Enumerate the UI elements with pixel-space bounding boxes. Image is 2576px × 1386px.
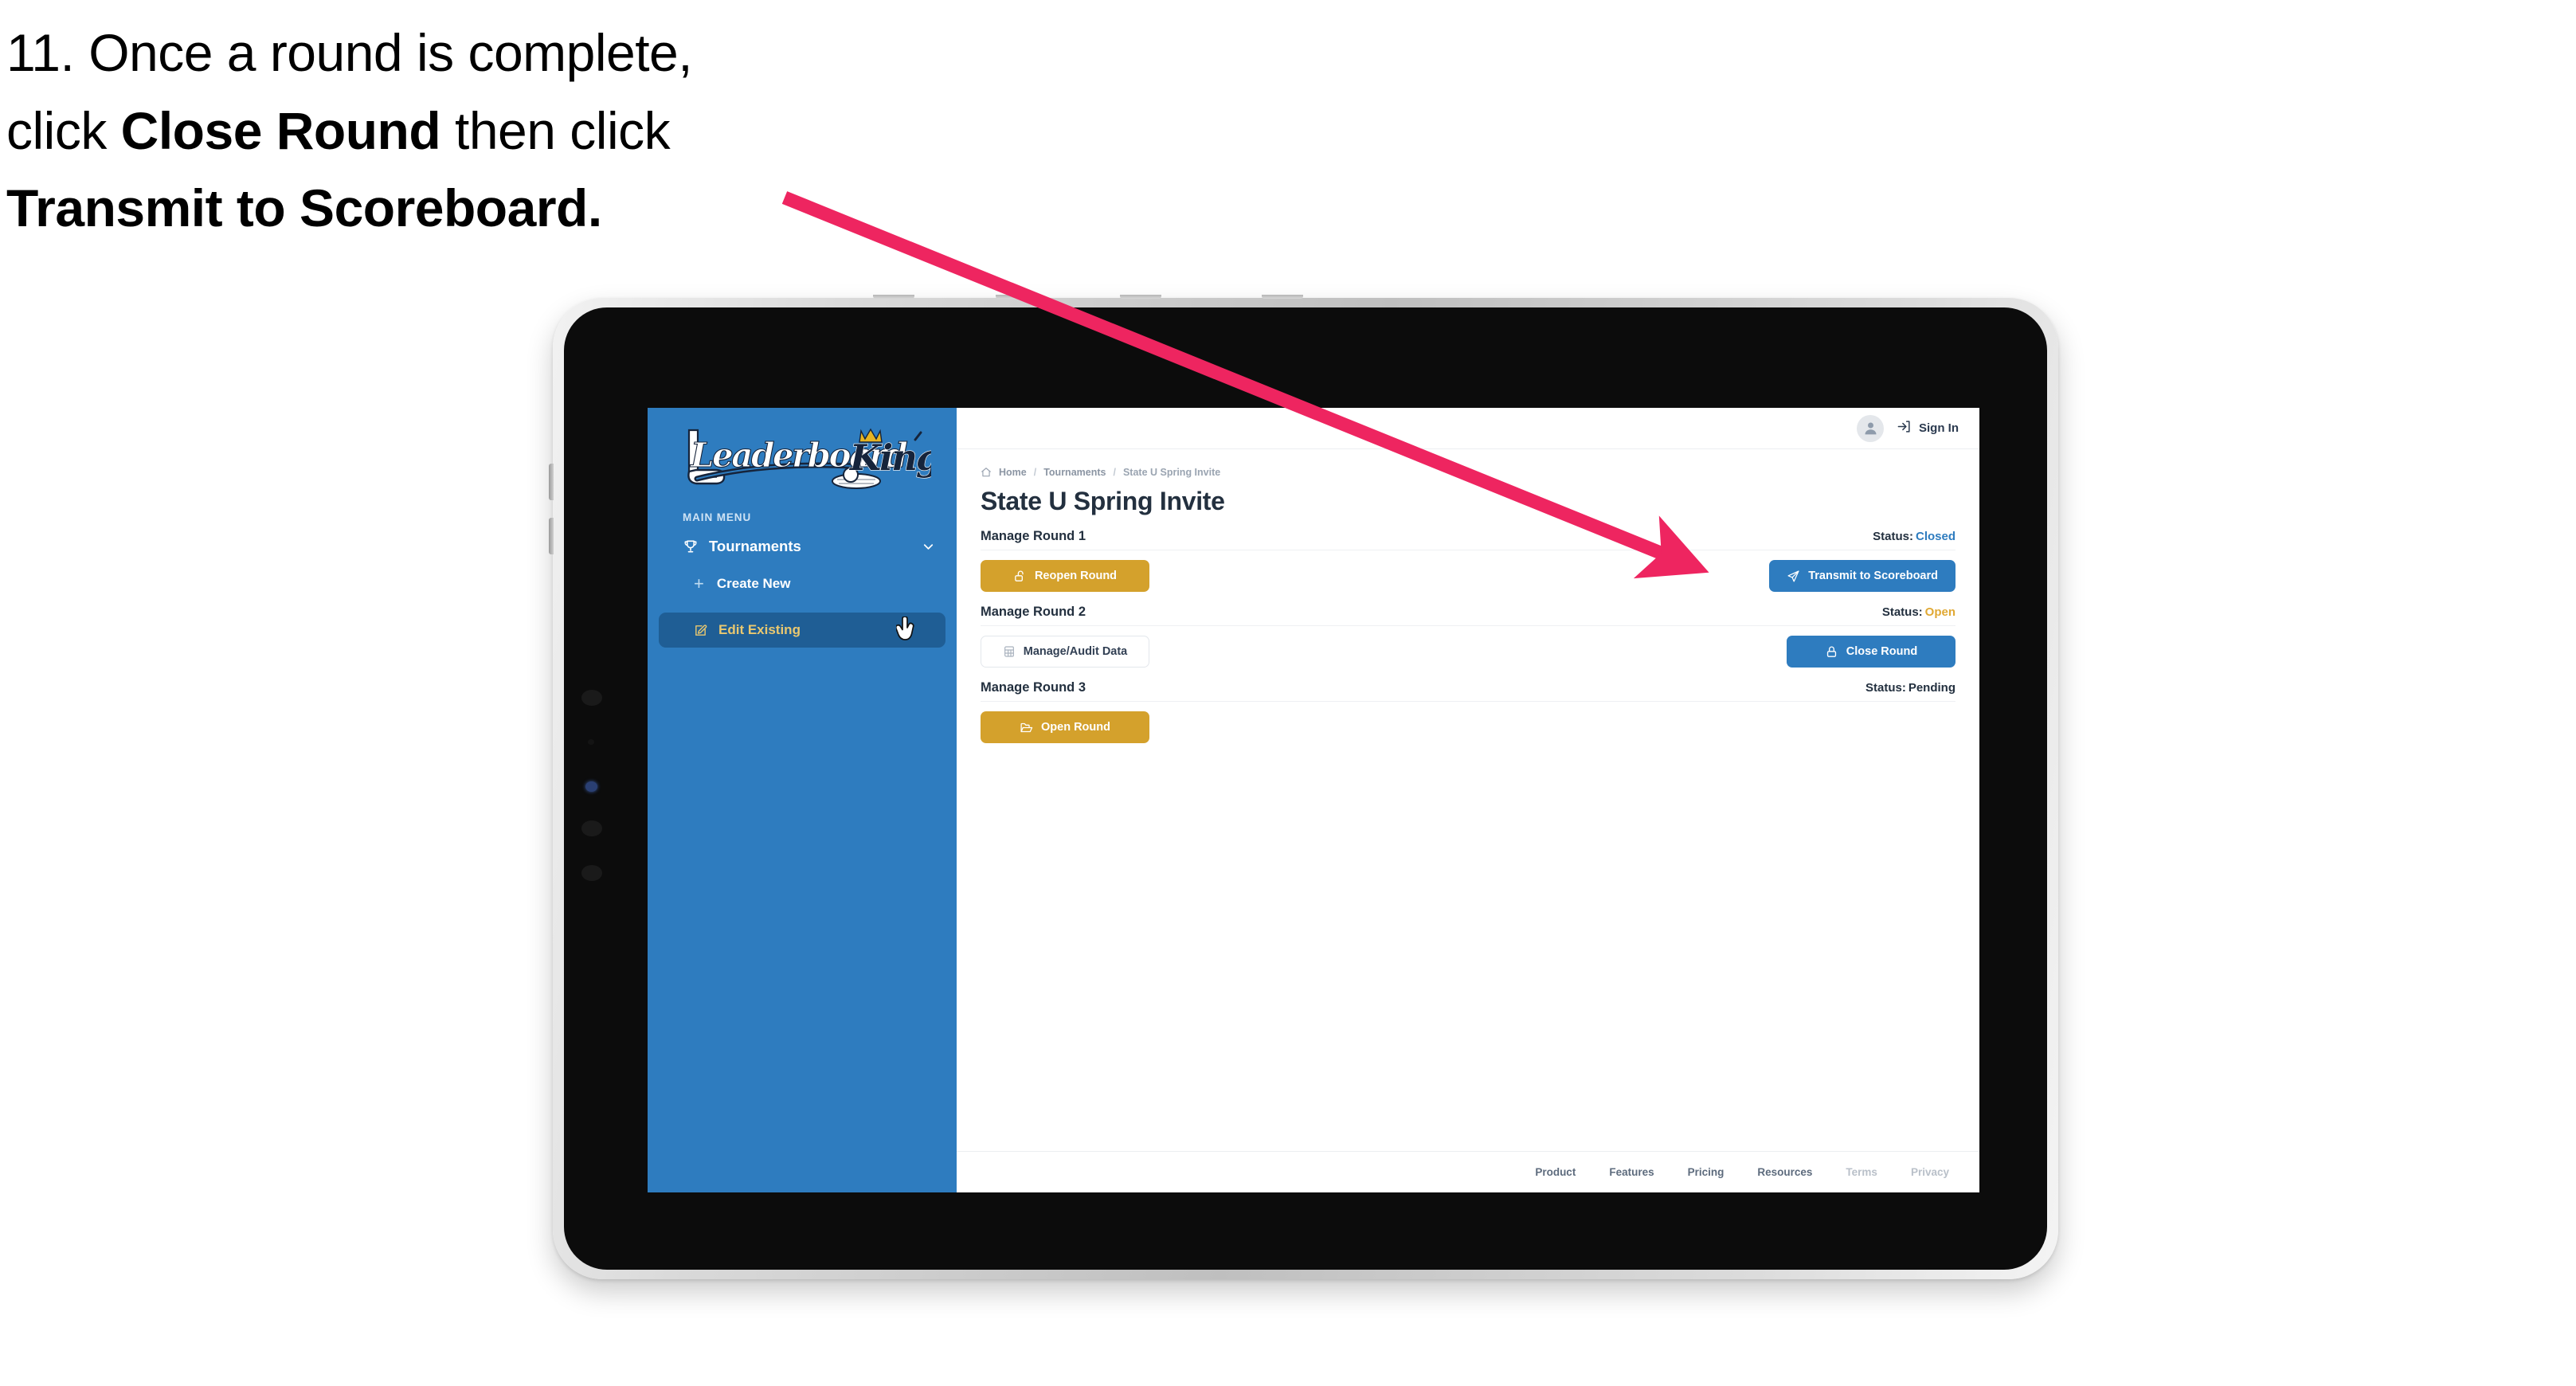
round-status: Status: Closed	[1873, 530, 1955, 543]
app-screen: Leaderboard King MAIN MENU Tournaments +…	[648, 408, 1979, 1192]
button-label: Open Round	[1041, 721, 1110, 734]
round-status: Status: Open	[1882, 605, 1955, 619]
svg-text:King: King	[848, 437, 931, 479]
footer-link-terms[interactable]: Terms	[1846, 1166, 1877, 1178]
sidebar-item-label: Create New	[716, 576, 791, 591]
button-label: Close Round	[1846, 645, 1918, 658]
sign-in-arrow-icon	[1897, 419, 1912, 437]
breadcrumb-separator: /	[1033, 467, 1037, 478]
sidebar-item-label: Edit Existing	[718, 622, 801, 637]
pencil-square-icon	[694, 624, 707, 637]
footer-link-privacy[interactable]: Privacy	[1911, 1166, 1949, 1178]
bezel-sensor-dot	[581, 820, 602, 836]
round-actions: Open Round	[981, 711, 1955, 743]
page-body: Home / Tournaments / State U Spring Invi…	[957, 449, 1979, 743]
round-header: Manage Round 1 Status: Closed	[981, 529, 1955, 550]
tablet-top-notch-1	[873, 295, 914, 299]
open-round-button[interactable]: Open Round	[981, 711, 1149, 743]
round-title: Manage Round 2	[981, 605, 1086, 619]
app-logo[interactable]: Leaderboard King	[648, 421, 957, 500]
sign-in-button[interactable]: Sign In	[1897, 419, 1959, 437]
plus-icon: +	[694, 574, 704, 593]
tablet-device-frame: Leaderboard King MAIN MENU Tournaments +…	[549, 295, 2058, 1279]
user-avatar-icon[interactable]	[1857, 414, 1884, 442]
caption-bold-close-round: Close Round	[120, 100, 441, 160]
unlock-icon	[1013, 570, 1027, 583]
trophy-icon	[683, 538, 699, 554]
home-icon[interactable]	[981, 467, 992, 478]
close-round-button[interactable]: Close Round	[1787, 636, 1955, 668]
tablet-top-notch-3	[1120, 295, 1161, 299]
sidebar-section-label: MAIN MENU	[683, 511, 752, 523]
caption-line-2: click Close Round then click	[6, 92, 898, 170]
sidebar-item-edit-existing[interactable]: Edit Existing	[659, 613, 945, 648]
bezel-sensor-dot	[588, 739, 594, 745]
bezel-sensor-dot	[581, 865, 602, 881]
tablet-side-button-1[interactable]	[549, 464, 554, 500]
top-bar: Sign In	[957, 408, 1979, 449]
breadcrumb-item-current: State U Spring Invite	[1122, 467, 1221, 478]
chevron-down-icon[interactable]	[921, 539, 936, 554]
tablet-top-notch-4	[1262, 295, 1303, 299]
tablet-top-notch-2	[996, 295, 1037, 299]
round-header: Manage Round 3 Status: Pending	[981, 680, 1955, 702]
lock-icon	[1825, 645, 1838, 659]
round-block-1: Manage Round 1 Status: Closed Reopen Rou…	[981, 529, 1955, 592]
status-badge: Open	[1924, 605, 1955, 619]
manage-audit-data-button[interactable]: Manage/Audit Data	[981, 636, 1149, 668]
breadcrumb-item-home[interactable]: Home	[999, 467, 1027, 478]
transmit-to-scoreboard-button[interactable]: Transmit to Scoreboard	[1769, 560, 1955, 592]
breadcrumb-separator: /	[1113, 467, 1116, 478]
round-title: Manage Round 3	[981, 680, 1086, 695]
round-actions: Reopen Round Transmit to Scoreboard	[981, 560, 1955, 592]
round-block-2: Manage Round 2 Status: Open Manage/Audit…	[981, 605, 1955, 668]
main-content: Sign In Home / Tournaments / State U Spr…	[957, 408, 1979, 1192]
caption-bold-transmit: Transmit to Scoreboard.	[6, 178, 602, 238]
button-label: Reopen Round	[1034, 570, 1118, 582]
round-block-3: Manage Round 3 Status: Pending Open Roun…	[981, 680, 1955, 743]
caption-line-2-post: then click	[440, 100, 671, 160]
breadcrumb-item-tournaments[interactable]: Tournaments	[1043, 467, 1106, 478]
bezel-sensor-dot	[581, 690, 602, 706]
caption-line-1: 11. Once a round is complete,	[6, 14, 898, 92]
sidebar-item-create-new[interactable]: + Create New	[659, 566, 945, 601]
instruction-caption: 11. Once a round is complete, click Clos…	[6, 14, 898, 248]
status-label: Status:	[1881, 605, 1923, 619]
app-footer: Product Features Pricing Resources Terms…	[957, 1151, 1979, 1192]
sidebar-group-tournaments[interactable]: Tournaments	[683, 538, 936, 555]
footer-link-pricing[interactable]: Pricing	[1688, 1166, 1725, 1178]
paper-plane-icon	[1787, 570, 1800, 583]
caption-line-3: Transmit to Scoreboard.	[6, 170, 898, 248]
status-badge: Closed	[1915, 530, 1955, 543]
tablet-side-button-2[interactable]	[549, 518, 554, 554]
footer-link-features[interactable]: Features	[1609, 1166, 1654, 1178]
breadcrumb: Home / Tournaments / State U Spring Invi…	[981, 467, 1955, 478]
footer-link-product[interactable]: Product	[1535, 1166, 1576, 1178]
caption-line-1-text: 11. Once a round is complete,	[6, 23, 693, 82]
table-grid-icon	[1003, 645, 1016, 658]
sidebar: Leaderboard King MAIN MENU Tournaments +…	[648, 408, 957, 1192]
open-folder-icon	[1020, 721, 1033, 734]
button-label: Transmit to Scoreboard	[1808, 570, 1938, 582]
bezel-status-led	[585, 781, 597, 792]
status-label: Status:	[1873, 530, 1913, 543]
sign-in-label: Sign In	[1919, 421, 1959, 435]
round-actions: Manage/Audit Data Close Round	[981, 636, 1955, 668]
page-title: State U Spring Invite	[981, 487, 1225, 515]
sidebar-group-label: Tournaments	[709, 538, 801, 554]
caption-line-2-pre: click	[6, 100, 121, 160]
leaderboard-king-logo-graphic: Leaderboard King	[687, 428, 931, 489]
reopen-round-button[interactable]: Reopen Round	[981, 560, 1149, 592]
footer-link-resources[interactable]: Resources	[1757, 1166, 1812, 1178]
round-title: Manage Round 1	[981, 529, 1086, 543]
round-status: Status: Pending	[1865, 681, 1955, 695]
status-badge: Pending	[1908, 681, 1955, 695]
button-label: Manage/Audit Data	[1023, 645, 1128, 658]
round-header: Manage Round 2 Status: Open	[981, 605, 1955, 626]
tablet-bezel: Leaderboard King MAIN MENU Tournaments +…	[564, 307, 2047, 1270]
status-label: Status:	[1865, 681, 1906, 695]
